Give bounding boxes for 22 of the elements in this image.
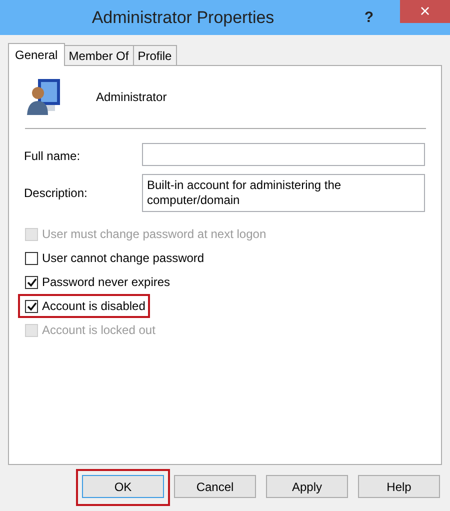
check-icon [26, 278, 36, 286]
help-button[interactable]: ? [356, 9, 382, 26]
tab[interactable]: General [8, 43, 65, 66]
description-field[interactable]: Built-in account for administering the computer/domain [142, 174, 425, 212]
checkbox[interactable] [25, 300, 38, 312]
checkbox[interactable] [25, 276, 38, 288]
check-icon [26, 302, 36, 310]
tab[interactable]: Profile [132, 45, 177, 65]
dialog-button[interactable]: OK [82, 475, 164, 498]
field-label: Full name: [24, 148, 82, 163]
close-button[interactable]: × [400, 0, 450, 23]
dialog-button[interactable]: Cancel [174, 475, 256, 498]
dialog-button[interactable]: Help [358, 475, 440, 498]
checkbox-option[interactable]: Password never expires [18, 270, 176, 294]
account-name: Administrator [96, 90, 167, 104]
full-name-field[interactable] [142, 143, 425, 166]
checkbox-option[interactable]: User cannot change password [18, 246, 210, 270]
dialog-button[interactable]: Apply [266, 475, 348, 498]
field-label: Description: [24, 185, 88, 200]
checkbox[interactable] [25, 252, 38, 264]
window-title: Administrator Properties [90, 8, 276, 28]
checkbox-option[interactable]: Account is disabled [18, 294, 150, 318]
